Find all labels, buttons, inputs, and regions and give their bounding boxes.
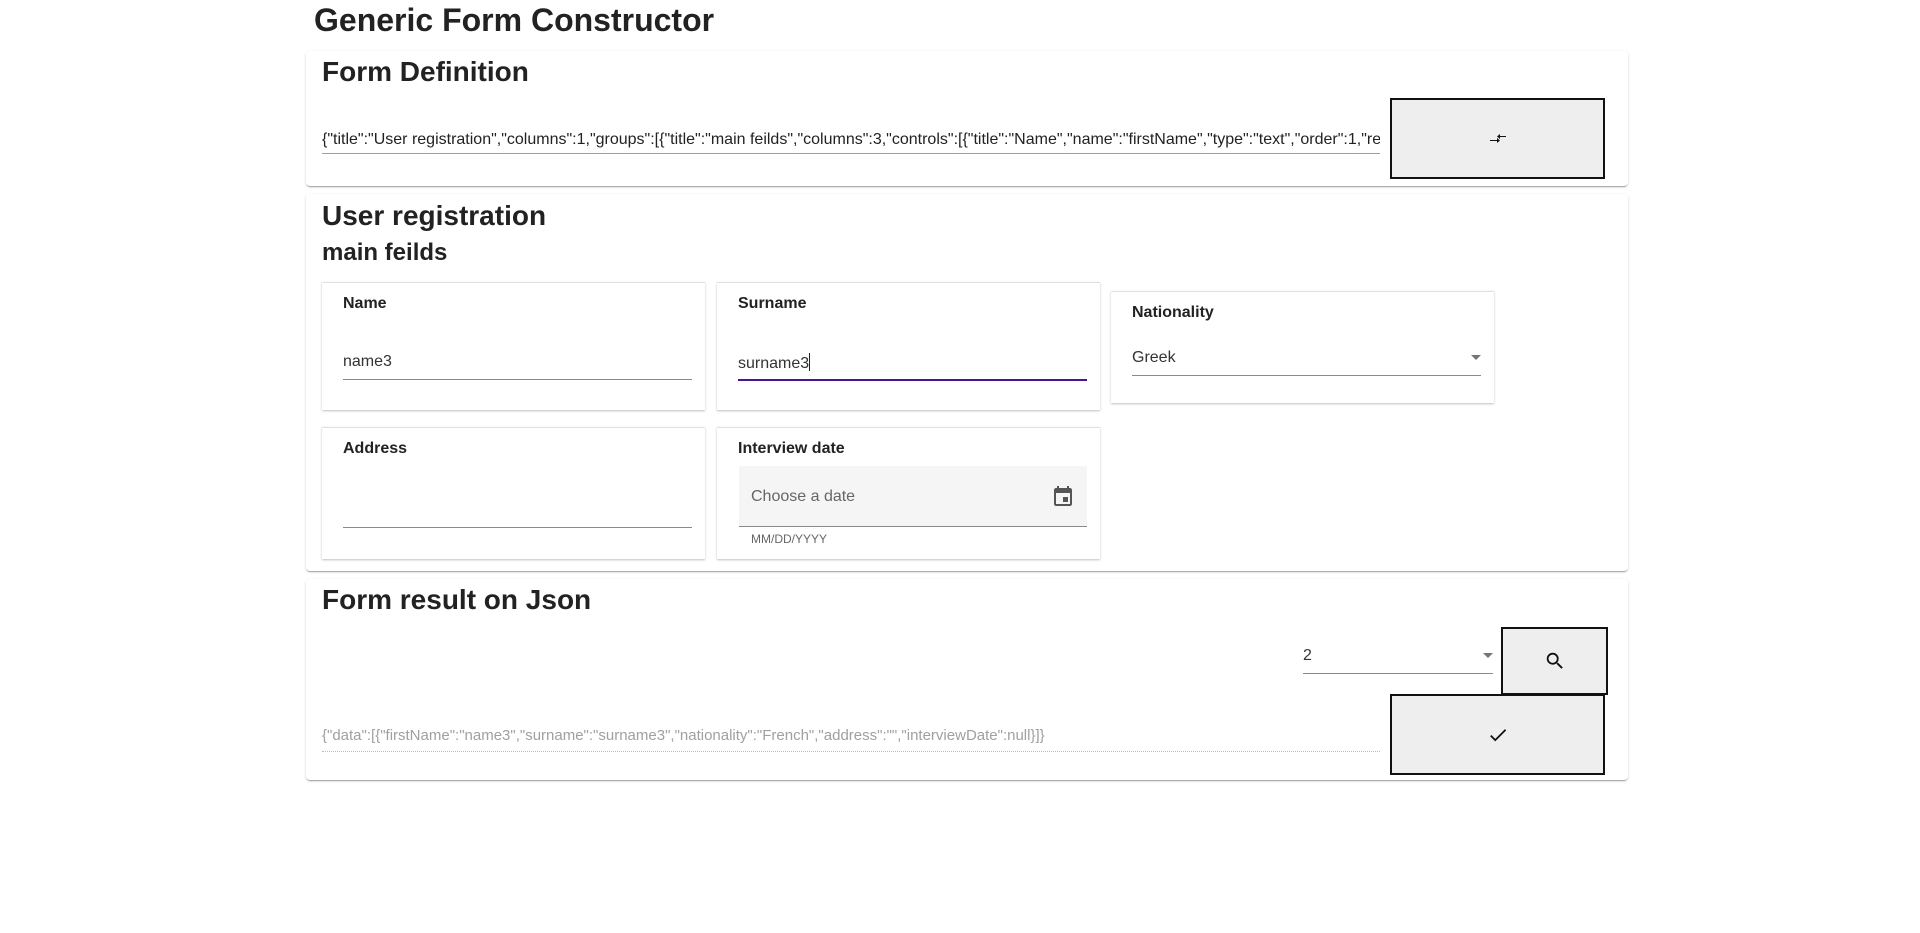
interview-date-hint: MM/DD/YYYY [751, 532, 828, 546]
form-definition-title: Form Definition [322, 56, 529, 87]
arrows-merge-icon [1489, 133, 1506, 143]
apply-definition-button[interactable] [1390, 98, 1605, 179]
nationality-field-card: Nationality Greek [1111, 291, 1494, 403]
form-title: User registration [322, 200, 547, 231]
confirm-button[interactable] [1390, 694, 1605, 775]
interview-date-placeholder: Choose a date [751, 488, 856, 505]
surname-label: Surname [738, 295, 807, 312]
surname-input[interactable]: surname3 [738, 353, 1087, 381]
address-input[interactable] [343, 501, 692, 528]
json-output[interactable]: {"data":[{"firstName":"name3","surname":… [322, 727, 1380, 752]
nationality-label: Nationality [1132, 304, 1214, 321]
interview-date-field-card: Interview date Choose a date MM/DD/YYYY [717, 427, 1100, 559]
surname-value: surname3 [738, 355, 810, 372]
dropdown-arrow-icon [1483, 653, 1493, 658]
address-field-card: Address [322, 427, 705, 559]
interview-date-label: Interview date [738, 440, 845, 457]
record-select[interactable]: 2 [1303, 647, 1493, 674]
page-title: Generic Form Constructor [314, 2, 715, 38]
form-definition-card: Form Definition {"title":"User registrat… [306, 51, 1628, 186]
name-field-card: Name name3 [322, 282, 705, 410]
record-select-value: 2 [1303, 647, 1312, 664]
form-definition-json-input[interactable]: {"title":"User registration","columns":1… [322, 131, 1380, 154]
form-result-title: Form result on Json [322, 584, 592, 615]
name-input[interactable]: name3 [343, 353, 692, 380]
form-result-card: Form result on Json 2 {"data":[{"firstNa… [306, 579, 1628, 780]
search-icon [1546, 652, 1563, 669]
group-title: main feilds [322, 239, 448, 266]
address-label: Address [343, 440, 408, 457]
form-preview-card: User registration main feilds Name name3… [306, 194, 1628, 571]
nationality-value: Greek [1132, 349, 1176, 366]
text-caret [809, 353, 811, 371]
interview-date-input[interactable]: Choose a date [739, 466, 1087, 527]
nationality-select[interactable]: Greek [1132, 349, 1481, 376]
calendar-icon[interactable] [1051, 485, 1075, 509]
name-label: Name [343, 295, 387, 312]
surname-field-card: Surname surname3 [717, 282, 1100, 410]
dropdown-arrow-icon [1471, 355, 1481, 360]
search-button[interactable] [1501, 627, 1608, 695]
check-icon [1489, 728, 1506, 741]
